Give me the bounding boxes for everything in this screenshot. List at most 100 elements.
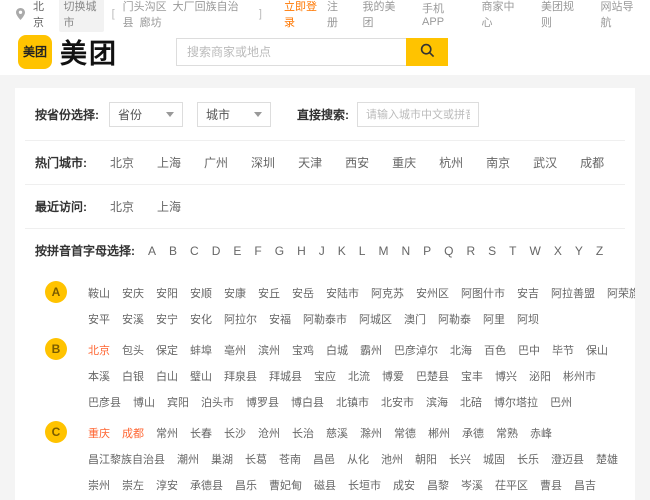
city-link[interactable]: 宝丰 [461, 368, 483, 384]
switch-city-button[interactable]: 切换城市 [59, 0, 104, 32]
city-link[interactable]: 安丘 [258, 285, 280, 301]
city-link[interactable]: 彬州市 [563, 368, 596, 384]
city-link[interactable]: 包头 [122, 342, 144, 358]
letter-link-D[interactable]: D [212, 244, 221, 258]
city-link[interactable]: 拜泉县 [224, 368, 257, 384]
meituan-logo[interactable]: 美团 [18, 35, 52, 69]
letter-link-L[interactable]: L [359, 244, 366, 258]
city-link[interactable]: 白银 [122, 368, 144, 384]
city-link[interactable]: 曹妃甸 [269, 477, 302, 493]
hot-city-link[interactable]: 深圳 [251, 154, 275, 171]
city-link[interactable]: 宝鸡 [292, 342, 314, 358]
hot-city-link[interactable]: 上海 [157, 154, 181, 171]
city-link[interactable]: 安顺 [190, 285, 212, 301]
city-link[interactable]: 常熟 [496, 425, 518, 441]
city-link[interactable]: 北海 [450, 342, 472, 358]
city-link[interactable]: 长沙 [224, 425, 246, 441]
city-link[interactable]: 重庆 [88, 425, 110, 441]
city-link[interactable]: 昌吉 [574, 477, 596, 493]
hot-city-link[interactable]: 西安 [345, 154, 369, 171]
letter-link-P[interactable]: P [423, 244, 431, 258]
city-link[interactable]: 城固 [483, 451, 505, 467]
city-link[interactable]: 滁州 [360, 425, 382, 441]
city-link[interactable]: 宾阳 [167, 394, 189, 410]
city-link[interactable]: 霸州 [360, 342, 382, 358]
city-link[interactable]: 保山 [586, 342, 608, 358]
nearby-district-link[interactable]: 廊坊 [140, 17, 162, 29]
register-link[interactable]: 注册 [327, 0, 345, 30]
city-link[interactable]: 常州 [156, 425, 178, 441]
city-link[interactable]: 长垣市 [348, 477, 381, 493]
city-link[interactable]: 阿图什市 [461, 285, 505, 301]
topbar-link[interactable]: 美团规则 [541, 0, 575, 30]
hot-city-link[interactable]: 北京 [110, 154, 134, 171]
city-link[interactable]: 巴楚县 [416, 368, 449, 384]
city-link[interactable]: 慈溪 [326, 425, 348, 441]
letter-link-Z[interactable]: Z [596, 244, 603, 258]
city-link[interactable]: 昌黎 [427, 477, 449, 493]
city-link[interactable]: 长兴 [449, 451, 471, 467]
city-link[interactable]: 从化 [347, 451, 369, 467]
city-link[interactable]: 潮州 [177, 451, 199, 467]
city-link[interactable]: 北流 [348, 368, 370, 384]
city-link[interactable]: 阿里 [483, 311, 505, 327]
city-link[interactable]: 博山 [133, 394, 155, 410]
city-link[interactable]: 巴中 [518, 342, 540, 358]
hot-city-link[interactable]: 南京 [486, 154, 510, 171]
city-link[interactable]: 安福 [269, 311, 291, 327]
city-link[interactable]: 阿城区 [359, 311, 392, 327]
city-link[interactable]: 楚雄 [596, 451, 618, 467]
city-link[interactable]: 北镇市 [336, 394, 369, 410]
letter-link-H[interactable]: H [297, 244, 306, 258]
city-link[interactable]: 长春 [190, 425, 212, 441]
city-link[interactable]: 拜城县 [269, 368, 302, 384]
topbar-link[interactable]: 我的美团 [363, 0, 397, 30]
letter-link-G[interactable]: G [275, 244, 284, 258]
city-link[interactable]: 本溪 [88, 368, 110, 384]
city-link[interactable]: 博罗县 [246, 394, 279, 410]
city-link[interactable]: 阿坝 [517, 311, 539, 327]
city-link[interactable]: 蚌埠 [190, 342, 212, 358]
city-link[interactable]: 赤峰 [530, 425, 552, 441]
city-link[interactable]: 郴州 [428, 425, 450, 441]
city-link[interactable]: 曹县 [540, 477, 562, 493]
city-link[interactable]: 博尔塔拉 [494, 394, 538, 410]
city-link[interactable]: 阿拉善盟 [551, 285, 595, 301]
city-link[interactable]: 安阳 [156, 285, 178, 301]
letter-link-J[interactable]: J [319, 244, 325, 258]
city-link[interactable]: 保定 [156, 342, 178, 358]
city-link[interactable]: 朝阳 [415, 451, 437, 467]
hot-city-link[interactable]: 重庆 [392, 154, 416, 171]
city-link[interactable]: 安化 [190, 311, 212, 327]
letter-link-B[interactable]: B [169, 244, 177, 258]
city-link[interactable]: 安庆 [122, 285, 144, 301]
hot-city-link[interactable]: 杭州 [439, 154, 463, 171]
city-link[interactable]: 白山 [156, 368, 178, 384]
topbar-link[interactable]: 商家中心 [482, 0, 516, 30]
letter-link-Q[interactable]: Q [444, 244, 453, 258]
city-link[interactable]: 岑溪 [461, 477, 483, 493]
city-link[interactable]: 百色 [484, 342, 506, 358]
direct-search-input[interactable] [357, 102, 479, 127]
nearby-district-link[interactable]: 门头沟区 [123, 1, 167, 13]
city-link[interactable]: 昌邑 [313, 451, 335, 467]
city-link[interactable]: 常德 [394, 425, 416, 441]
letter-link-N[interactable]: N [401, 244, 410, 258]
city-link[interactable]: 北碚 [460, 394, 482, 410]
city-link[interactable]: 承德 [462, 425, 484, 441]
city-link[interactable]: 长葛 [245, 451, 267, 467]
city-link[interactable]: 安岳 [292, 285, 314, 301]
city-link[interactable]: 阿克苏 [371, 285, 404, 301]
city-link[interactable]: 苍南 [279, 451, 301, 467]
city-link[interactable]: 阿勒泰 [438, 311, 471, 327]
letter-link-R[interactable]: R [466, 244, 475, 258]
city-link[interactable]: 滨海 [426, 394, 448, 410]
city-link[interactable]: 崇州 [88, 477, 110, 493]
city-link[interactable]: 亳州 [224, 342, 246, 358]
letter-link-Y[interactable]: Y [575, 244, 583, 258]
topbar-link[interactable]: 网站导航 [601, 0, 635, 30]
city-link[interactable]: 承德县 [190, 477, 223, 493]
city-link[interactable]: 滨州 [258, 342, 280, 358]
city-link[interactable]: 璧山 [190, 368, 212, 384]
letter-link-K[interactable]: K [338, 244, 346, 258]
